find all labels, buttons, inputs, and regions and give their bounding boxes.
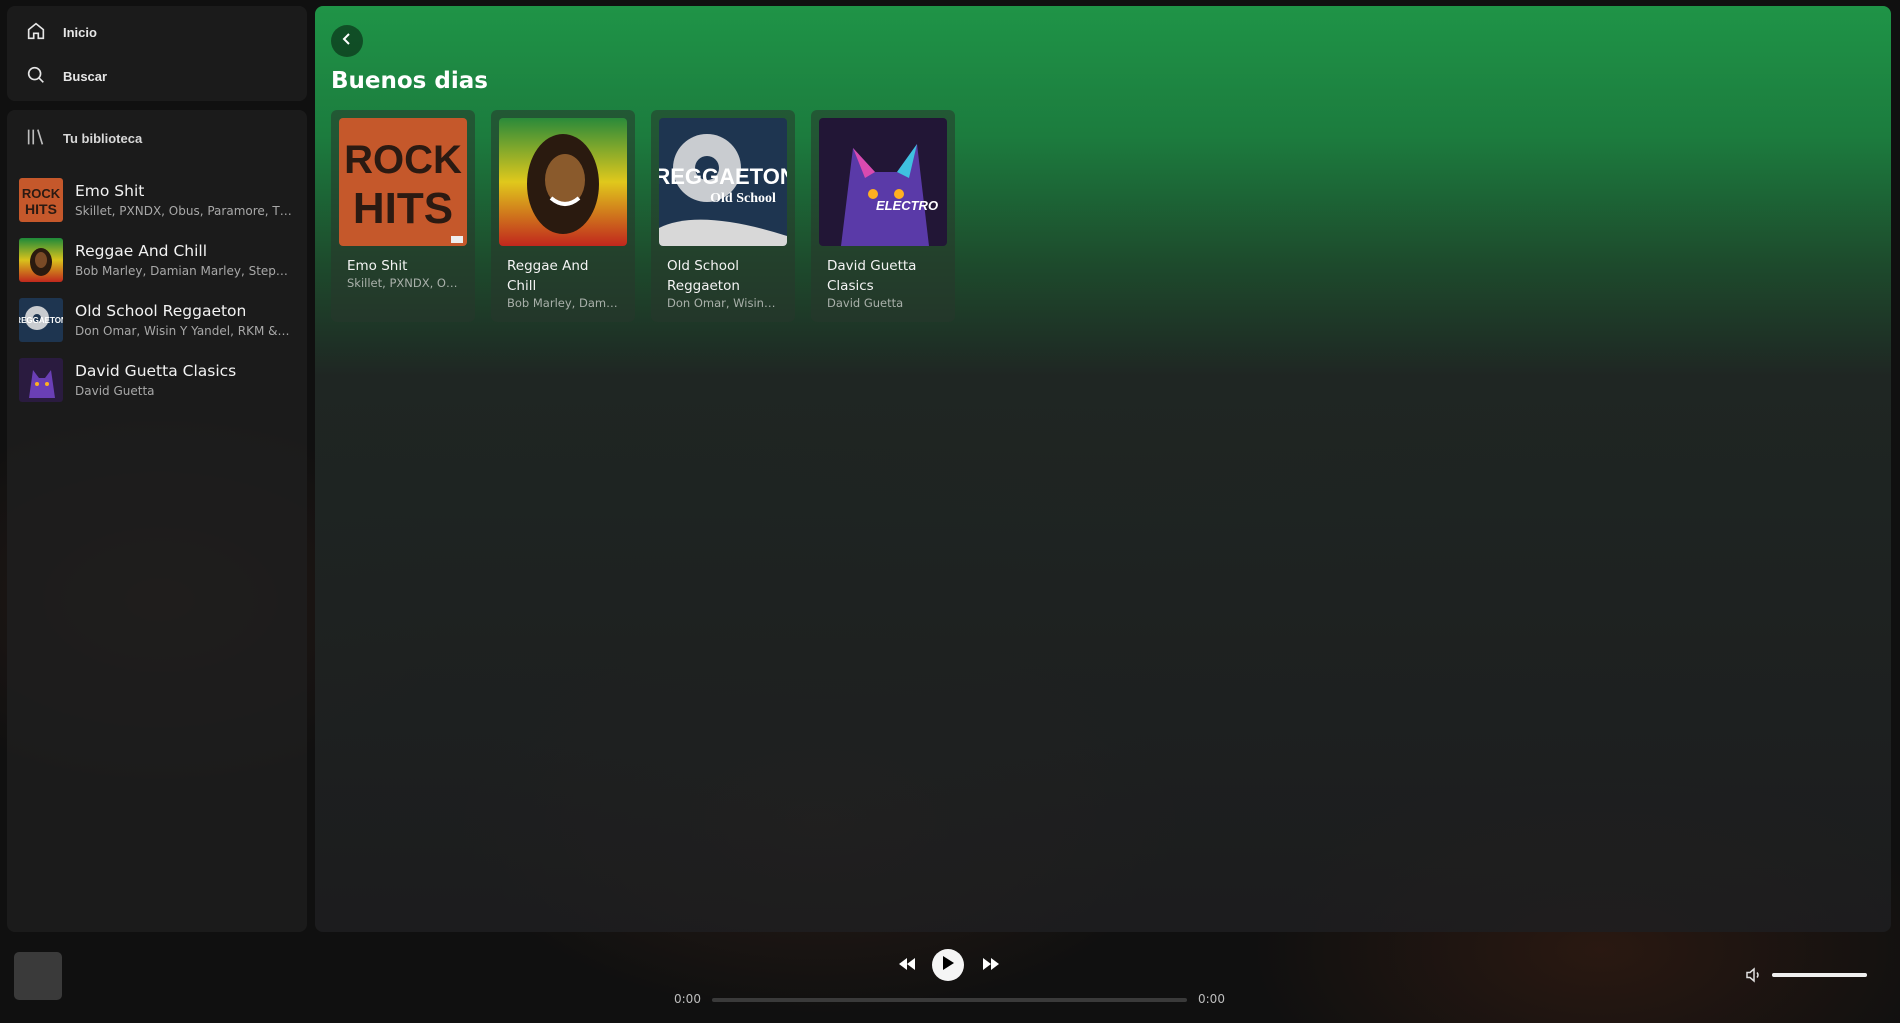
svg-text:HITS: HITS [25,201,57,217]
playlist-cards: ROCK HITS Emo Shit Skillet, PXNDX, Obus R… [331,110,955,322]
svg-text:ROCK: ROCK [344,138,462,182]
time-total: 0:00 [1198,992,1225,1006]
nav-panel: Inicio Buscar [7,6,307,101]
playlist-cover-reggae [19,238,63,282]
playlist-cover-electro [19,358,63,402]
main-panel: Buenos dias ROCK HITS Emo Shit Skillet, P… [315,6,1891,932]
library-item-title: Emo Shit [75,182,145,200]
card-subtitle: David Guetta [827,296,904,310]
time-current: 0:00 [674,992,701,1006]
next-button[interactable] [980,955,1002,975]
svg-text:REGGAETON: REGGAETON [19,316,63,325]
card-title: David Guetta Clasics [827,258,917,294]
card-cover-reggae [499,118,627,246]
library-panel: Tu biblioteca ROCK HITS Emo Shit Skillet,… [7,110,307,932]
chevron-left-icon [339,31,355,51]
card-title: Reggae And Chill [507,258,589,294]
library-header[interactable]: Tu biblioteca [25,126,142,151]
card-old-school-reggaeton[interactable]: REGGAETON Old School Old School Reggaeton… [651,110,795,322]
svg-text:REGGAETON: REGGAETON [659,164,787,189]
card-reggae-and-chill[interactable]: Reggae And Chill Bob Marley, Damian Marl… [491,110,635,322]
nav-home[interactable]: Inicio [25,20,97,45]
card-subtitle: Don Omar, Wisin Y Yandel [667,296,787,310]
previous-button[interactable] [896,955,918,975]
card-subtitle: Bob Marley, Damian Marley [507,296,627,310]
player-bar: 0:00 0:00 [0,940,1900,1023]
library-item-old-school-reggaeton[interactable]: REGGAETON Old School Reggaeton Don Omar,… [19,290,301,350]
play-button[interactable] [932,949,964,981]
nav-search-label: Buscar [63,69,108,84]
svg-text:HITS: HITS [353,184,453,233]
page-title: Buenos dias [331,68,488,94]
library-item-title: Reggae And Chill [75,242,208,260]
home-icon [25,20,47,45]
back-button[interactable] [331,25,363,57]
nav-search[interactable]: Buscar [25,64,107,89]
card-david-guetta-clasics[interactable]: ELECTRO David Guetta Clasics David Guett… [811,110,955,322]
fast-forward-icon [982,956,1000,975]
volume-fill [1772,973,1867,977]
card-cover-reggaeton: REGGAETON Old School [659,118,787,246]
library-item-emo-shit[interactable]: ROCK HITS Emo Shit Skillet, PXNDX, Obus, … [19,170,301,230]
rewind-icon [898,956,916,975]
play-icon [941,955,955,975]
library-item-title: David Guetta Clasics [75,362,237,380]
svg-text:Old School: Old School [710,191,776,206]
library-item-david-guetta-clasics[interactable]: David Guetta Clasics David Guetta [19,350,301,410]
card-subtitle: Skillet, PXNDX, Obus [347,276,467,290]
library-header-label: Tu biblioteca [63,131,143,146]
library-item-subtitle: David Guetta [75,384,155,398]
card-title: Old School Reggaeton [667,258,740,294]
playlist-cover-reggaeton: REGGAETON [19,298,63,342]
library-list: ROCK HITS Emo Shit Skillet, PXNDX, Obus, … [19,170,301,410]
library-item-subtitle: Don Omar, Wisin Y Yandel, RKM & Ken-Y [75,324,293,338]
nav-home-label: Inicio [63,25,97,40]
volume-slider[interactable] [1772,973,1867,977]
library-item-subtitle: Skillet, PXNDX, Obus, Paramore, Thirty S… [75,204,293,218]
card-emo-shit[interactable]: ROCK HITS Emo Shit Skillet, PXNDX, Obus [331,110,475,322]
svg-text:ELECTRO: ELECTRO [876,198,938,213]
card-cover-electro: ELECTRO [819,118,947,246]
svg-text:ROCK: ROCK [22,186,61,201]
card-cover-rock-hits: ROCK HITS [339,118,467,246]
search-icon [25,64,47,89]
library-item-reggae-and-chill[interactable]: Reggae And Chill Bob Marley, Damian Marl… [19,230,301,290]
progress-bar[interactable] [712,998,1187,1002]
now-playing-thumbnail [14,952,62,1000]
library-item-title: Old School Reggaeton [75,302,247,320]
card-title: Emo Shit [347,258,408,274]
volume-icon[interactable] [1745,966,1763,984]
library-icon [25,126,47,151]
playlist-cover-rock-hits: ROCK HITS [19,178,63,222]
library-item-subtitle: Bob Marley, Damian Marley, Stephen Marle… [75,264,293,278]
